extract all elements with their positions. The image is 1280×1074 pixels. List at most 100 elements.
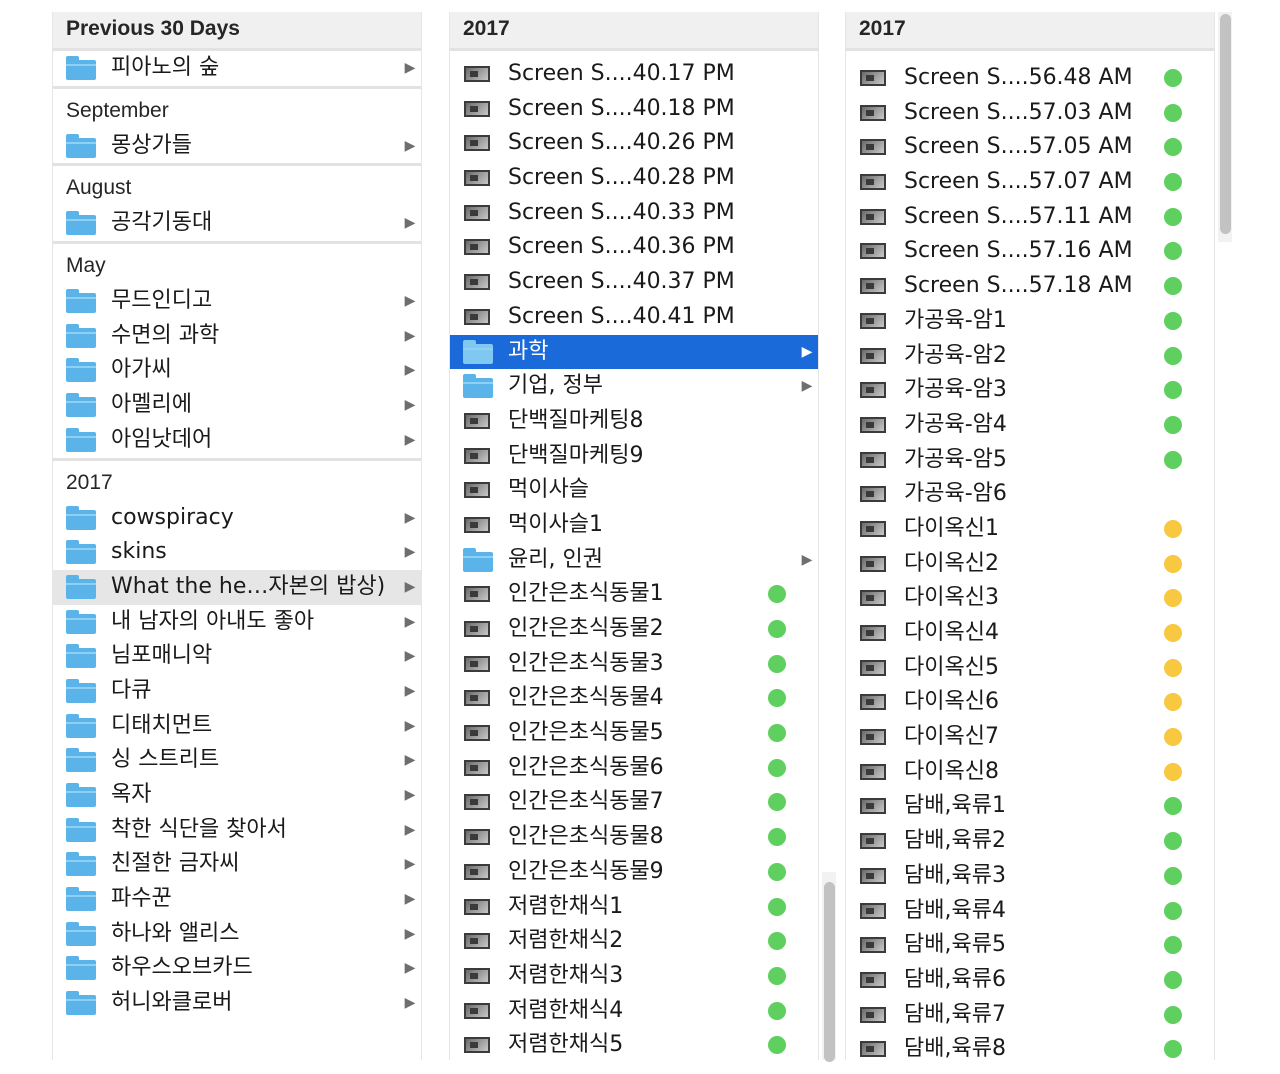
- file-row[interactable]: 담배,육류1: [846, 789, 1214, 824]
- folder-row[interactable]: 님포매니악 ▶: [53, 639, 421, 674]
- file-row[interactable]: 먹이사슬: [450, 473, 818, 508]
- folder-row[interactable]: 옥자 ▶: [53, 778, 421, 813]
- folder-row[interactable]: 몽상가들 ▶: [53, 129, 421, 164]
- file-row[interactable]: 가공육-암5: [846, 443, 1214, 478]
- folder-row[interactable]: 수면의 과학 ▶: [53, 319, 421, 354]
- file-row[interactable]: 인간은초식동물6: [450, 751, 818, 786]
- file-row[interactable]: 다이옥신3: [846, 581, 1214, 616]
- file-row[interactable]: 담배,육류6: [846, 963, 1214, 998]
- date-section: 2017 cowspiracy ▶ skins ▶ What the he…자본의 밥상)…: [53, 457, 421, 1021]
- file-row[interactable]: 다이옥신8: [846, 755, 1214, 790]
- folder-row[interactable]: 싱 스트리트 ▶: [53, 743, 421, 778]
- folder-row[interactable]: 공각기동대 ▶: [53, 206, 421, 241]
- file-thumbnail-icon: [860, 451, 886, 468]
- file-row[interactable]: Screen S....57.03 AM: [846, 96, 1214, 131]
- file-row[interactable]: 저렴한채식1: [450, 890, 818, 925]
- folder-row[interactable]: 피아노의 숲 ▶: [53, 51, 421, 86]
- file-row[interactable]: 가공육-암6: [846, 477, 1214, 512]
- file-row[interactable]: 담배,육류8: [846, 1032, 1214, 1060]
- item-label: 다이옥신2: [904, 550, 999, 576]
- folder-row[interactable]: 무드인디고 ▶: [53, 284, 421, 319]
- green-tag-icon: [1164, 207, 1182, 226]
- file-row[interactable]: 담배,육류3: [846, 859, 1214, 894]
- file-row[interactable]: 다이옥신2: [846, 547, 1214, 582]
- item-label: 가공육-암6: [904, 481, 1007, 507]
- folder-row[interactable]: 기업, 정부 ▶: [450, 369, 818, 404]
- folder-row[interactable]: 내 남자의 아내도 좋아 ▶: [53, 605, 421, 640]
- folder-row[interactable]: 파수꾼 ▶: [53, 882, 421, 917]
- disclosure-arrow-icon: ▶: [404, 752, 416, 769]
- file-row[interactable]: 인간은초식동물7: [450, 785, 818, 820]
- file-row[interactable]: Screen S....40.28 PM: [450, 161, 818, 196]
- folder-row[interactable]: 아가씨 ▶: [53, 353, 421, 388]
- file-row[interactable]: Screen S....40.26 PM: [450, 126, 818, 161]
- folder-row[interactable]: 디태치먼트 ▶: [53, 709, 421, 744]
- file-row[interactable]: Screen S....40.41 PM: [450, 300, 818, 335]
- file-row[interactable]: 가공육-암2: [846, 339, 1214, 374]
- file-thumbnail-icon: [464, 1037, 490, 1054]
- file-row[interactable]: 인간은초식동물1: [450, 577, 818, 612]
- file-row[interactable]: 다이옥신5: [846, 651, 1214, 686]
- file-row[interactable]: 가공육-암4: [846, 408, 1214, 443]
- file-row[interactable]: 가공육-암3: [846, 373, 1214, 408]
- file-row[interactable]: 다이옥신1: [846, 512, 1214, 547]
- finder-column-1[interactable]: Previous 30 Days 피아노의 숲 ▶ September 몽상가들 ▶ Au…: [52, 12, 422, 1060]
- file-row[interactable]: Screen S....57.05 AM: [846, 130, 1214, 165]
- file-row[interactable]: Screen S....57.07 AM: [846, 165, 1214, 200]
- file-row[interactable]: 인간은초식동물2: [450, 612, 818, 647]
- item-label: Screen S....57.07 AM: [904, 169, 1133, 195]
- file-row[interactable]: 인간은초식동물3: [450, 647, 818, 682]
- file-row[interactable]: Screen S....57.18 AM: [846, 269, 1214, 304]
- file-row[interactable]: 단백질마케팅8: [450, 404, 818, 439]
- file-row[interactable]: 저렴한채식3: [450, 959, 818, 994]
- file-row[interactable]: Screen S....56.48 AM: [846, 61, 1214, 96]
- green-tag-icon: [1164, 832, 1182, 851]
- folder-row[interactable]: cowspiracy ▶: [53, 501, 421, 536]
- file-row[interactable]: Screen S....57.11 AM: [846, 200, 1214, 235]
- folder-row[interactable]: skins ▶: [53, 535, 421, 570]
- finder-column-2[interactable]: 2017 Screen S....40.17 PM Screen S....40.…: [449, 12, 819, 1060]
- finder-column-3[interactable]: 2017 Screen S....56.48 AM Screen S....57.…: [845, 12, 1215, 1060]
- file-row[interactable]: 다이옥신4: [846, 616, 1214, 651]
- file-row[interactable]: 저렴한채식2: [450, 924, 818, 959]
- file-row[interactable]: 인간은초식동물9: [450, 855, 818, 890]
- file-row[interactable]: 다이옥신6: [846, 685, 1214, 720]
- item-label: cowspiracy: [111, 504, 234, 530]
- folder-row[interactable]: 착한 식단을 찾아서 ▶: [53, 813, 421, 848]
- folder-row[interactable]: 허니와클로버 ▶: [53, 986, 421, 1021]
- file-row[interactable]: 먹이사슬1: [450, 508, 818, 543]
- file-row[interactable]: 다이옥신7: [846, 720, 1214, 755]
- folder-row[interactable]: 과학 ▶: [450, 334, 818, 370]
- date-section: May 무드인디고 ▶ 수면의 과학 ▶ 아가씨 ▶ 아멜리에 ▶ 아임낫데어 ▶: [53, 241, 421, 457]
- folder-row[interactable]: 아멜리에 ▶: [53, 388, 421, 423]
- file-row[interactable]: Screen S....57.16 AM: [846, 234, 1214, 269]
- file-row[interactable]: Screen S....40.17 PM: [450, 57, 818, 92]
- item-label: 다큐: [111, 677, 152, 703]
- green-tag-icon: [768, 1036, 786, 1055]
- folder-row[interactable]: 하나와 앨리스 ▶: [53, 917, 421, 952]
- folder-row[interactable]: 다큐 ▶: [53, 674, 421, 709]
- file-thumbnail-icon: [860, 312, 886, 329]
- file-row[interactable]: 담배,육류7: [846, 998, 1214, 1033]
- file-row[interactable]: 인간은초식동물5: [450, 716, 818, 751]
- folder-row[interactable]: 윤리, 인권 ▶: [450, 543, 818, 578]
- folder-row[interactable]: 아임낫데어 ▶: [53, 423, 421, 458]
- file-row[interactable]: 인간은초식동물4: [450, 681, 818, 716]
- file-row[interactable]: 담배,육류2: [846, 824, 1214, 859]
- folder-row[interactable]: 하우스오브카드 ▶: [53, 951, 421, 986]
- file-row[interactable]: Screen S....40.18 PM: [450, 92, 818, 127]
- file-row[interactable]: 인간은초식동물8: [450, 820, 818, 855]
- file-row[interactable]: 단백질마케팅9: [450, 439, 818, 474]
- file-row[interactable]: Screen S....40.36 PM: [450, 230, 818, 265]
- column-2-scroll-thumb[interactable]: [824, 882, 835, 1062]
- folder-row[interactable]: What the he…자본의 밥상) ▶: [53, 569, 421, 605]
- file-row[interactable]: 가공육-암1: [846, 304, 1214, 339]
- column-3-scroll-thumb[interactable]: [1220, 14, 1231, 234]
- file-row[interactable]: Screen S....40.37 PM: [450, 265, 818, 300]
- file-row[interactable]: Screen S....40.33 PM: [450, 196, 818, 231]
- folder-row[interactable]: 친절한 금자씨 ▶: [53, 847, 421, 882]
- file-row[interactable]: 담배,육류4: [846, 894, 1214, 929]
- file-row[interactable]: 담배,육류5: [846, 928, 1214, 963]
- file-row[interactable]: 저렴한채식4: [450, 994, 818, 1029]
- file-row[interactable]: 저렴한채식5: [450, 1028, 818, 1060]
